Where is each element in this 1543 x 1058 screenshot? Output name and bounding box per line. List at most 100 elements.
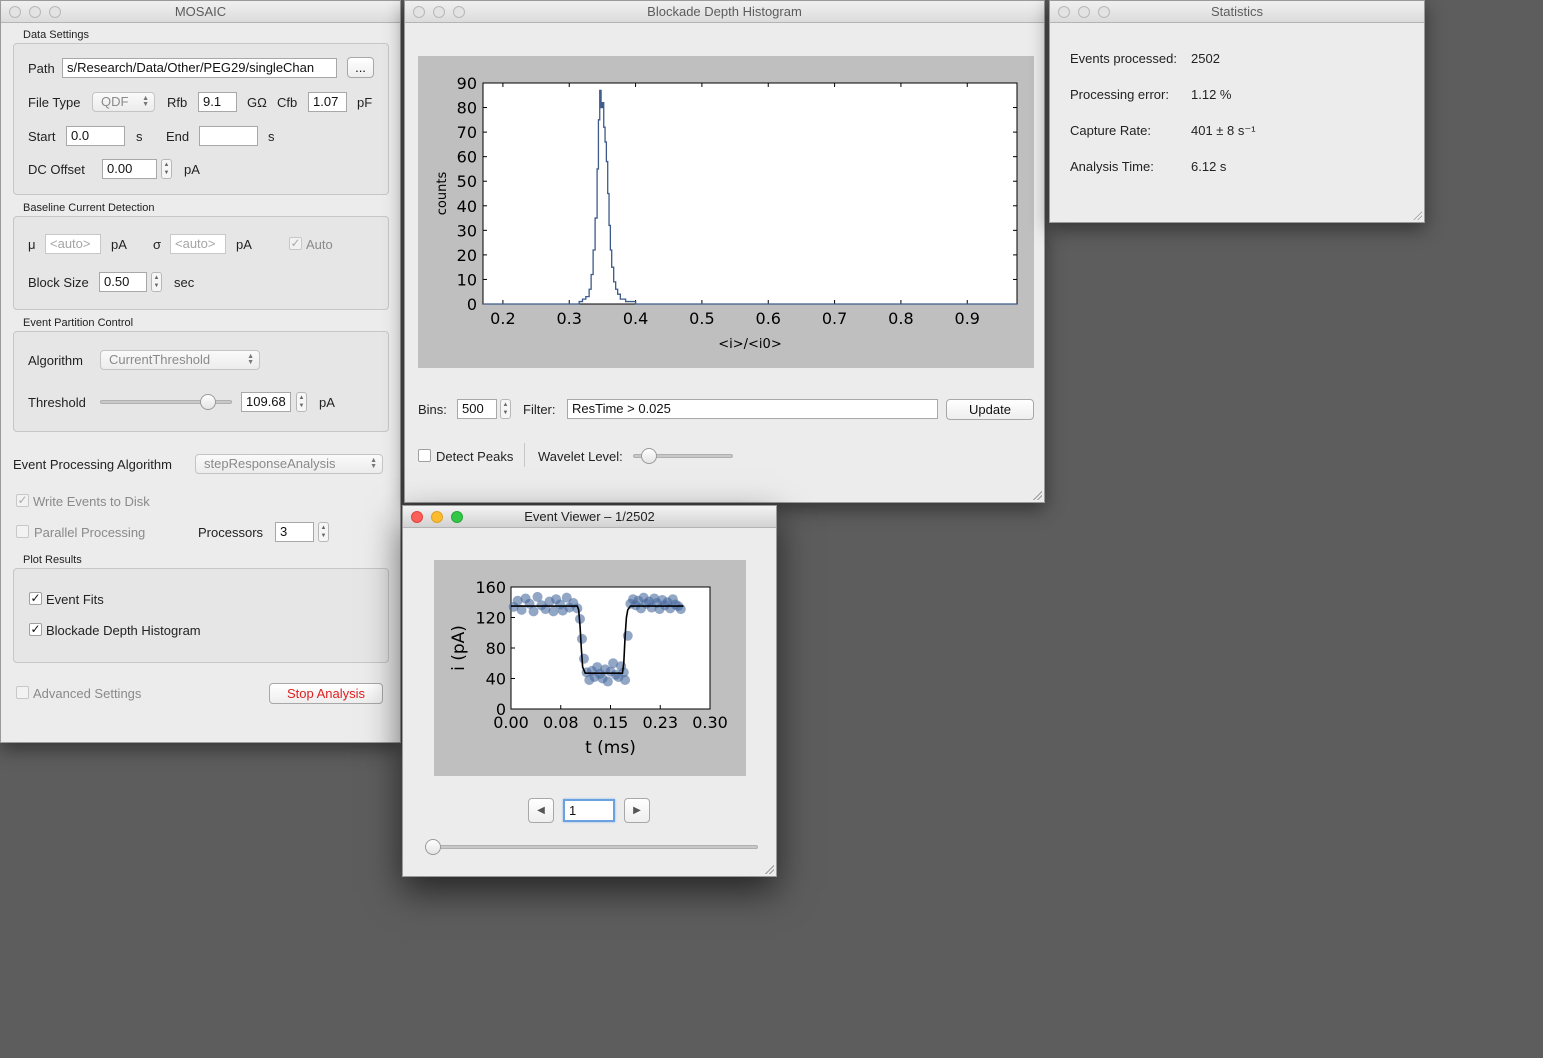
dcoffset-stepper[interactable]: ▲ ▼ bbox=[161, 159, 172, 179]
event-data-point bbox=[578, 653, 589, 664]
baseline-group bbox=[13, 216, 389, 310]
minimize-button[interactable] bbox=[29, 6, 41, 18]
x-tick-label: 0.15 bbox=[593, 713, 629, 732]
x-tick-label: 0.9 bbox=[955, 309, 980, 328]
processors-stepper[interactable]: ▲ ▼ bbox=[318, 522, 329, 542]
stat-label: Processing error: bbox=[1070, 87, 1169, 102]
cfb-field[interactable]: 1.07 bbox=[308, 92, 347, 112]
event-slider-track[interactable] bbox=[425, 845, 758, 849]
blocksize-field[interactable]: 0.50 bbox=[99, 272, 147, 292]
event-data-point bbox=[620, 675, 631, 686]
stop-analysis-button[interactable]: Stop Analysis bbox=[269, 683, 383, 704]
prev-arrow-icon: ◀ bbox=[537, 805, 545, 816]
filetype-select[interactable]: QDF ▲ ▼ bbox=[92, 92, 155, 112]
detect-peaks-label: Detect Peaks bbox=[436, 449, 514, 464]
zoom-button[interactable] bbox=[1098, 6, 1110, 18]
histogram-titlebar[interactable]: Blockade Depth Histogram bbox=[405, 1, 1044, 23]
dcoffset-field[interactable]: 0.00 bbox=[102, 159, 157, 179]
y-tick-label: 160 bbox=[475, 578, 506, 597]
close-button[interactable] bbox=[1058, 6, 1070, 18]
next-event-button[interactable]: ▶ bbox=[624, 798, 650, 823]
bins-stepper[interactable]: ▲ ▼ bbox=[500, 399, 511, 419]
threshold-slider-knob[interactable] bbox=[199, 394, 216, 410]
advanced-checkbox[interactable] bbox=[16, 686, 29, 699]
filter-field[interactable]: ResTime > 0.025 bbox=[567, 399, 938, 419]
histogram-plot-area: 0.2 0.3 0.4 0.5 0.6 0.7 0.8 0.9 0 10 20 30 40 50 60 70 8… bbox=[418, 56, 1034, 368]
x-axis-label: t (ms) bbox=[585, 738, 636, 758]
minimize-button[interactable] bbox=[431, 511, 443, 523]
sigma-field[interactable]: <auto> bbox=[170, 234, 226, 254]
event-plot-area: 0.00 0.08 0.15 0.23 0.30 0 40 80 120 160 t (ms) i (… bbox=[434, 560, 746, 776]
close-button[interactable] bbox=[9, 6, 21, 18]
y-tick-label: 0 bbox=[496, 700, 506, 719]
minimize-button[interactable] bbox=[433, 6, 445, 18]
y-tick-label: 10 bbox=[457, 270, 477, 289]
x-tick-label: 0.4 bbox=[623, 309, 648, 328]
blocksize-unit: sec bbox=[174, 275, 195, 290]
baseline-title: Baseline Current Detection bbox=[23, 202, 155, 214]
stat-label: Events processed: bbox=[1070, 51, 1177, 66]
y-tick-label: 70 bbox=[457, 123, 477, 142]
parallel-checkbox[interactable] bbox=[16, 525, 29, 538]
prev-event-button[interactable]: ◀ bbox=[528, 798, 554, 823]
histogram-axes bbox=[482, 82, 1018, 305]
wavelet-slider-knob[interactable] bbox=[641, 448, 658, 464]
close-button[interactable] bbox=[413, 6, 425, 18]
processing-algorithm-select[interactable]: stepResponseAnalysis ▲ ▼ bbox=[195, 454, 383, 474]
statistics-titlebar[interactable]: Statistics bbox=[1050, 1, 1424, 23]
end-field[interactable] bbox=[199, 126, 258, 146]
filetype-value: QDF bbox=[101, 94, 129, 109]
close-button[interactable] bbox=[411, 511, 423, 523]
event-fits-label: Event Fits bbox=[46, 592, 104, 607]
y-tick-label: 80 bbox=[457, 99, 477, 118]
histogram-checkbox[interactable]: ✓ bbox=[29, 623, 42, 636]
zoom-button[interactable] bbox=[451, 511, 463, 523]
x-tick-label: 0.7 bbox=[822, 309, 847, 328]
rfb-field[interactable]: 9.1 bbox=[198, 92, 237, 112]
detect-peaks-checkbox[interactable] bbox=[418, 449, 431, 462]
updown-arrows-icon: ▲ ▼ bbox=[142, 95, 149, 108]
start-field[interactable]: 0.0 bbox=[66, 126, 125, 146]
stat-value: 6.12 s bbox=[1191, 159, 1227, 174]
browse-button[interactable]: ... bbox=[347, 57, 374, 78]
wavelet-label: Wavelet Level: bbox=[538, 449, 623, 464]
event-data-point bbox=[576, 633, 587, 644]
algorithm-select[interactable]: CurrentThreshold ▲ ▼ bbox=[100, 350, 260, 370]
blocksize-label: Block Size bbox=[28, 275, 89, 290]
updown-arrows-icon: ▲ ▼ bbox=[370, 457, 377, 470]
rfb-unit: GΩ bbox=[247, 95, 267, 110]
minimize-button[interactable] bbox=[1078, 6, 1090, 18]
processors-field[interactable]: 3 bbox=[275, 522, 314, 542]
y-tick-label: 80 bbox=[486, 639, 506, 658]
y-tick-label: 30 bbox=[457, 221, 477, 240]
zoom-button[interactable] bbox=[453, 6, 465, 18]
auto-checkbox[interactable]: ✓ bbox=[289, 237, 302, 250]
advanced-label: Advanced Settings bbox=[33, 686, 142, 701]
y-tick-label: 20 bbox=[457, 246, 477, 265]
histogram-label: Blockade Depth Histogram bbox=[46, 623, 201, 638]
window-controls bbox=[413, 6, 465, 18]
algorithm-label: Algorithm bbox=[28, 353, 83, 368]
update-button[interactable]: Update bbox=[946, 399, 1034, 420]
event-index-field[interactable]: 1 bbox=[563, 799, 615, 822]
y-tick-label: 120 bbox=[475, 609, 506, 628]
write-events-checkbox[interactable]: ✓ bbox=[16, 494, 29, 507]
bins-field[interactable]: 500 bbox=[457, 399, 497, 419]
event-slider-knob[interactable] bbox=[425, 839, 441, 855]
path-field[interactable]: s/Research/Data/Other/PEG29/singleChan bbox=[62, 58, 337, 78]
blocksize-stepper[interactable]: ▲ ▼ bbox=[151, 272, 162, 292]
resize-grip-icon[interactable] bbox=[1412, 210, 1422, 220]
y-axis-label: i (pA) bbox=[449, 625, 469, 671]
threshold-field[interactable]: 109.68 bbox=[241, 392, 291, 412]
mosaic-window: MOSAIC Data Settings Path s/Research/Dat… bbox=[0, 0, 401, 743]
resize-grip-icon[interactable] bbox=[764, 864, 774, 874]
x-tick-label: 0.6 bbox=[756, 309, 781, 328]
mosaic-titlebar[interactable]: MOSAIC bbox=[1, 1, 400, 23]
zoom-button[interactable] bbox=[49, 6, 61, 18]
event-viewer-titlebar[interactable]: Event Viewer – 1/2502 bbox=[403, 506, 776, 528]
resize-grip-icon[interactable] bbox=[1032, 490, 1042, 500]
threshold-stepper[interactable]: ▲ ▼ bbox=[296, 392, 307, 412]
mu-field[interactable]: <auto> bbox=[45, 234, 101, 254]
y-axis-label: counts bbox=[435, 172, 450, 216]
event-fits-checkbox[interactable]: ✓ bbox=[29, 592, 42, 605]
